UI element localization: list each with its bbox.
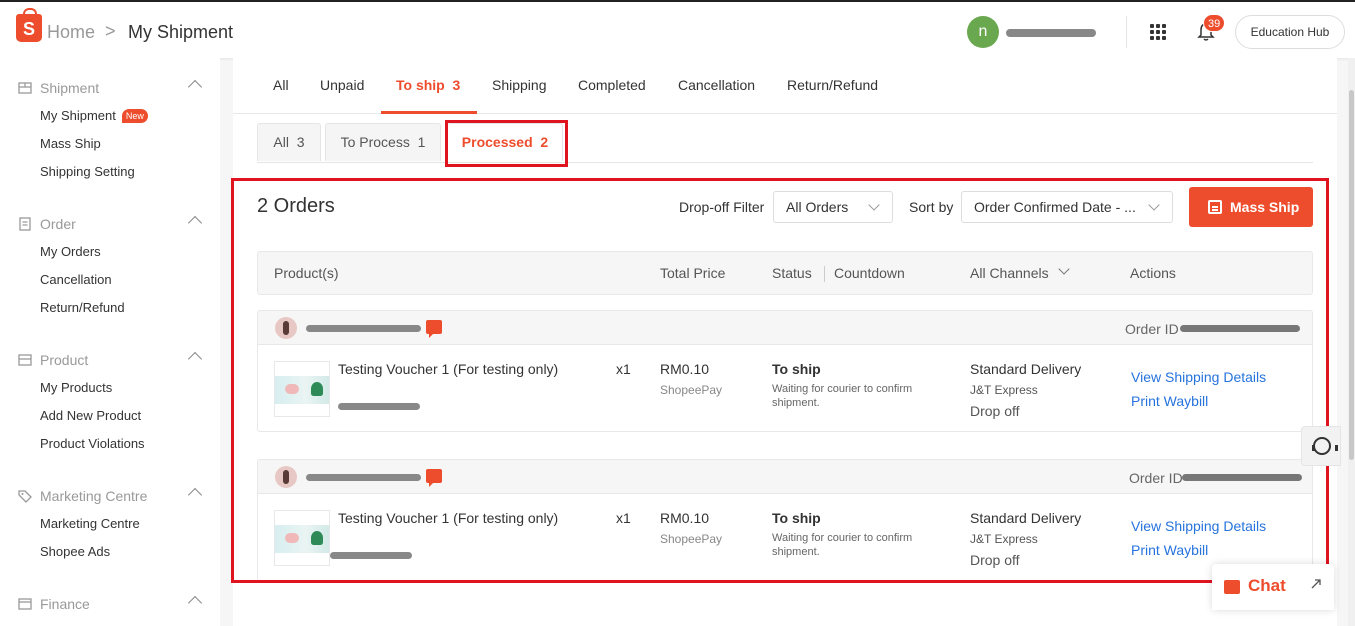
- shipment-icon: [18, 82, 32, 94]
- tab-all[interactable]: All: [273, 77, 289, 93]
- username-redacted[interactable]: [1006, 29, 1096, 37]
- order-icon: [19, 217, 31, 231]
- tab-label: To ship: [396, 77, 445, 93]
- subtab-count: 3: [296, 134, 305, 150]
- tab-unpaid[interactable]: Unpaid: [320, 77, 364, 93]
- sidebar-section-header[interactable]: Shipment: [0, 74, 220, 102]
- sidebar-item-shipping-setting[interactable]: Shipping Setting: [0, 158, 220, 186]
- sidebar-section-title: Marketing Centre: [40, 488, 148, 504]
- chat-widget[interactable]: Chat: [1212, 564, 1334, 610]
- sidebar-section-header[interactable]: Finance: [0, 590, 220, 618]
- sidebar-item-cancellation[interactable]: Cancellation: [0, 266, 220, 294]
- sidebar-item-my-orders[interactable]: My Orders: [0, 238, 220, 266]
- sidebar-item-my-products[interactable]: My Products: [0, 374, 220, 402]
- new-badge: New: [121, 109, 148, 123]
- sidebar-item-product-violations[interactable]: Product Violations: [0, 430, 220, 458]
- main-panel: All Unpaid To ship 3 Shipping Completed …: [231, 58, 1337, 626]
- apps-grid-icon[interactable]: [1150, 24, 1166, 40]
- tab-shipping[interactable]: Shipping: [492, 77, 547, 93]
- sub-tabs: All 3 To Process 1 Processed 2: [257, 123, 1313, 163]
- tab-return-refund[interactable]: Return/Refund: [787, 77, 878, 93]
- tab-count: 3: [452, 77, 461, 93]
- sidebar-section-title: Order: [40, 216, 76, 232]
- education-hub-button[interactable]: Education Hub: [1235, 15, 1345, 49]
- chevron-up-icon[interactable]: [187, 487, 203, 503]
- header-divider: [1126, 16, 1127, 48]
- sidebar-section-title: Finance: [40, 596, 90, 612]
- customer-service-button[interactable]: [1301, 426, 1341, 466]
- sidebar-section-header[interactable]: Order: [0, 210, 220, 238]
- sidebar-item-add-new-product[interactable]: Add New Product: [0, 402, 220, 430]
- sidebar-section-order: Order My Orders Cancellation Return/Refu…: [0, 210, 220, 322]
- chevron-up-icon[interactable]: [187, 351, 203, 367]
- breadcrumb-separator-icon: >: [105, 21, 116, 41]
- tab-cancellation[interactable]: Cancellation: [678, 77, 755, 93]
- sidebar-item-marketing-centre[interactable]: Marketing Centre: [0, 510, 220, 538]
- tab-completed[interactable]: Completed: [578, 77, 646, 93]
- sidebar-section-marketing: Marketing Centre Marketing Centre Shopee…: [0, 482, 220, 566]
- tag-icon: [18, 490, 32, 503]
- sidebar-section-header[interactable]: Marketing Centre: [0, 482, 220, 510]
- chevron-up-icon[interactable]: [187, 595, 203, 611]
- subtab-label: To Process: [340, 134, 410, 150]
- sidebar-section-title: Shipment: [40, 80, 100, 96]
- subtab-to-process[interactable]: To Process 1: [325, 123, 441, 161]
- user-avatar[interactable]: n: [967, 16, 999, 48]
- sidebar-section-title: Product: [40, 352, 89, 368]
- sidebar-item-my-shipment[interactable]: My Shipment New: [0, 102, 220, 130]
- finance-icon: [18, 598, 32, 610]
- expand-icon[interactable]: [1310, 578, 1322, 590]
- breadcrumb-home[interactable]: Home: [47, 22, 95, 43]
- chat-label: Chat: [1248, 576, 1286, 595]
- sidebar-section-header[interactable]: Product: [0, 346, 220, 374]
- sidebar-item-mass-ship[interactable]: Mass Ship: [0, 130, 220, 158]
- subtab-count: 1: [417, 134, 426, 150]
- subtab-label: All: [273, 134, 289, 150]
- sidebar-item-return-refund[interactable]: Return/Refund: [0, 294, 220, 322]
- chevron-up-icon[interactable]: [187, 215, 203, 231]
- sidebar: Shipment My Shipment New Mass Ship Shippi…: [0, 58, 220, 626]
- sidebar-item-shopee-ads[interactable]: Shopee Ads: [0, 538, 220, 566]
- shopee-logo[interactable]: S: [16, 8, 42, 42]
- sidebar-section-product: Product My Products Add New Product Prod…: [0, 346, 220, 458]
- highlight-processed-tab: [445, 120, 568, 167]
- product-icon: [18, 354, 32, 366]
- subtab-all[interactable]: All 3: [257, 123, 321, 161]
- notification-badge: 39: [1203, 14, 1226, 32]
- sidebar-item-label: My Shipment: [40, 108, 116, 123]
- highlight-orders-area: [231, 178, 1329, 583]
- sidebar-section-shipment: Shipment My Shipment New Mass Ship Shippi…: [0, 74, 220, 186]
- headset-icon: [1312, 437, 1338, 455]
- status-tabs: All Unpaid To ship 3 Shipping Completed …: [233, 58, 1337, 114]
- chevron-up-icon[interactable]: [187, 79, 203, 95]
- sidebar-section-finance: Finance: [0, 590, 220, 618]
- tab-to-ship[interactable]: To ship 3: [396, 77, 460, 93]
- active-tab-indicator: [381, 111, 477, 114]
- chat-icon: [1224, 580, 1240, 594]
- page-title: My Shipment: [128, 22, 234, 42]
- top-bar: S Home > My Shipment n 39 Education Hub: [0, 0, 1355, 58]
- scrollbar-thumb[interactable]: [1349, 90, 1354, 460]
